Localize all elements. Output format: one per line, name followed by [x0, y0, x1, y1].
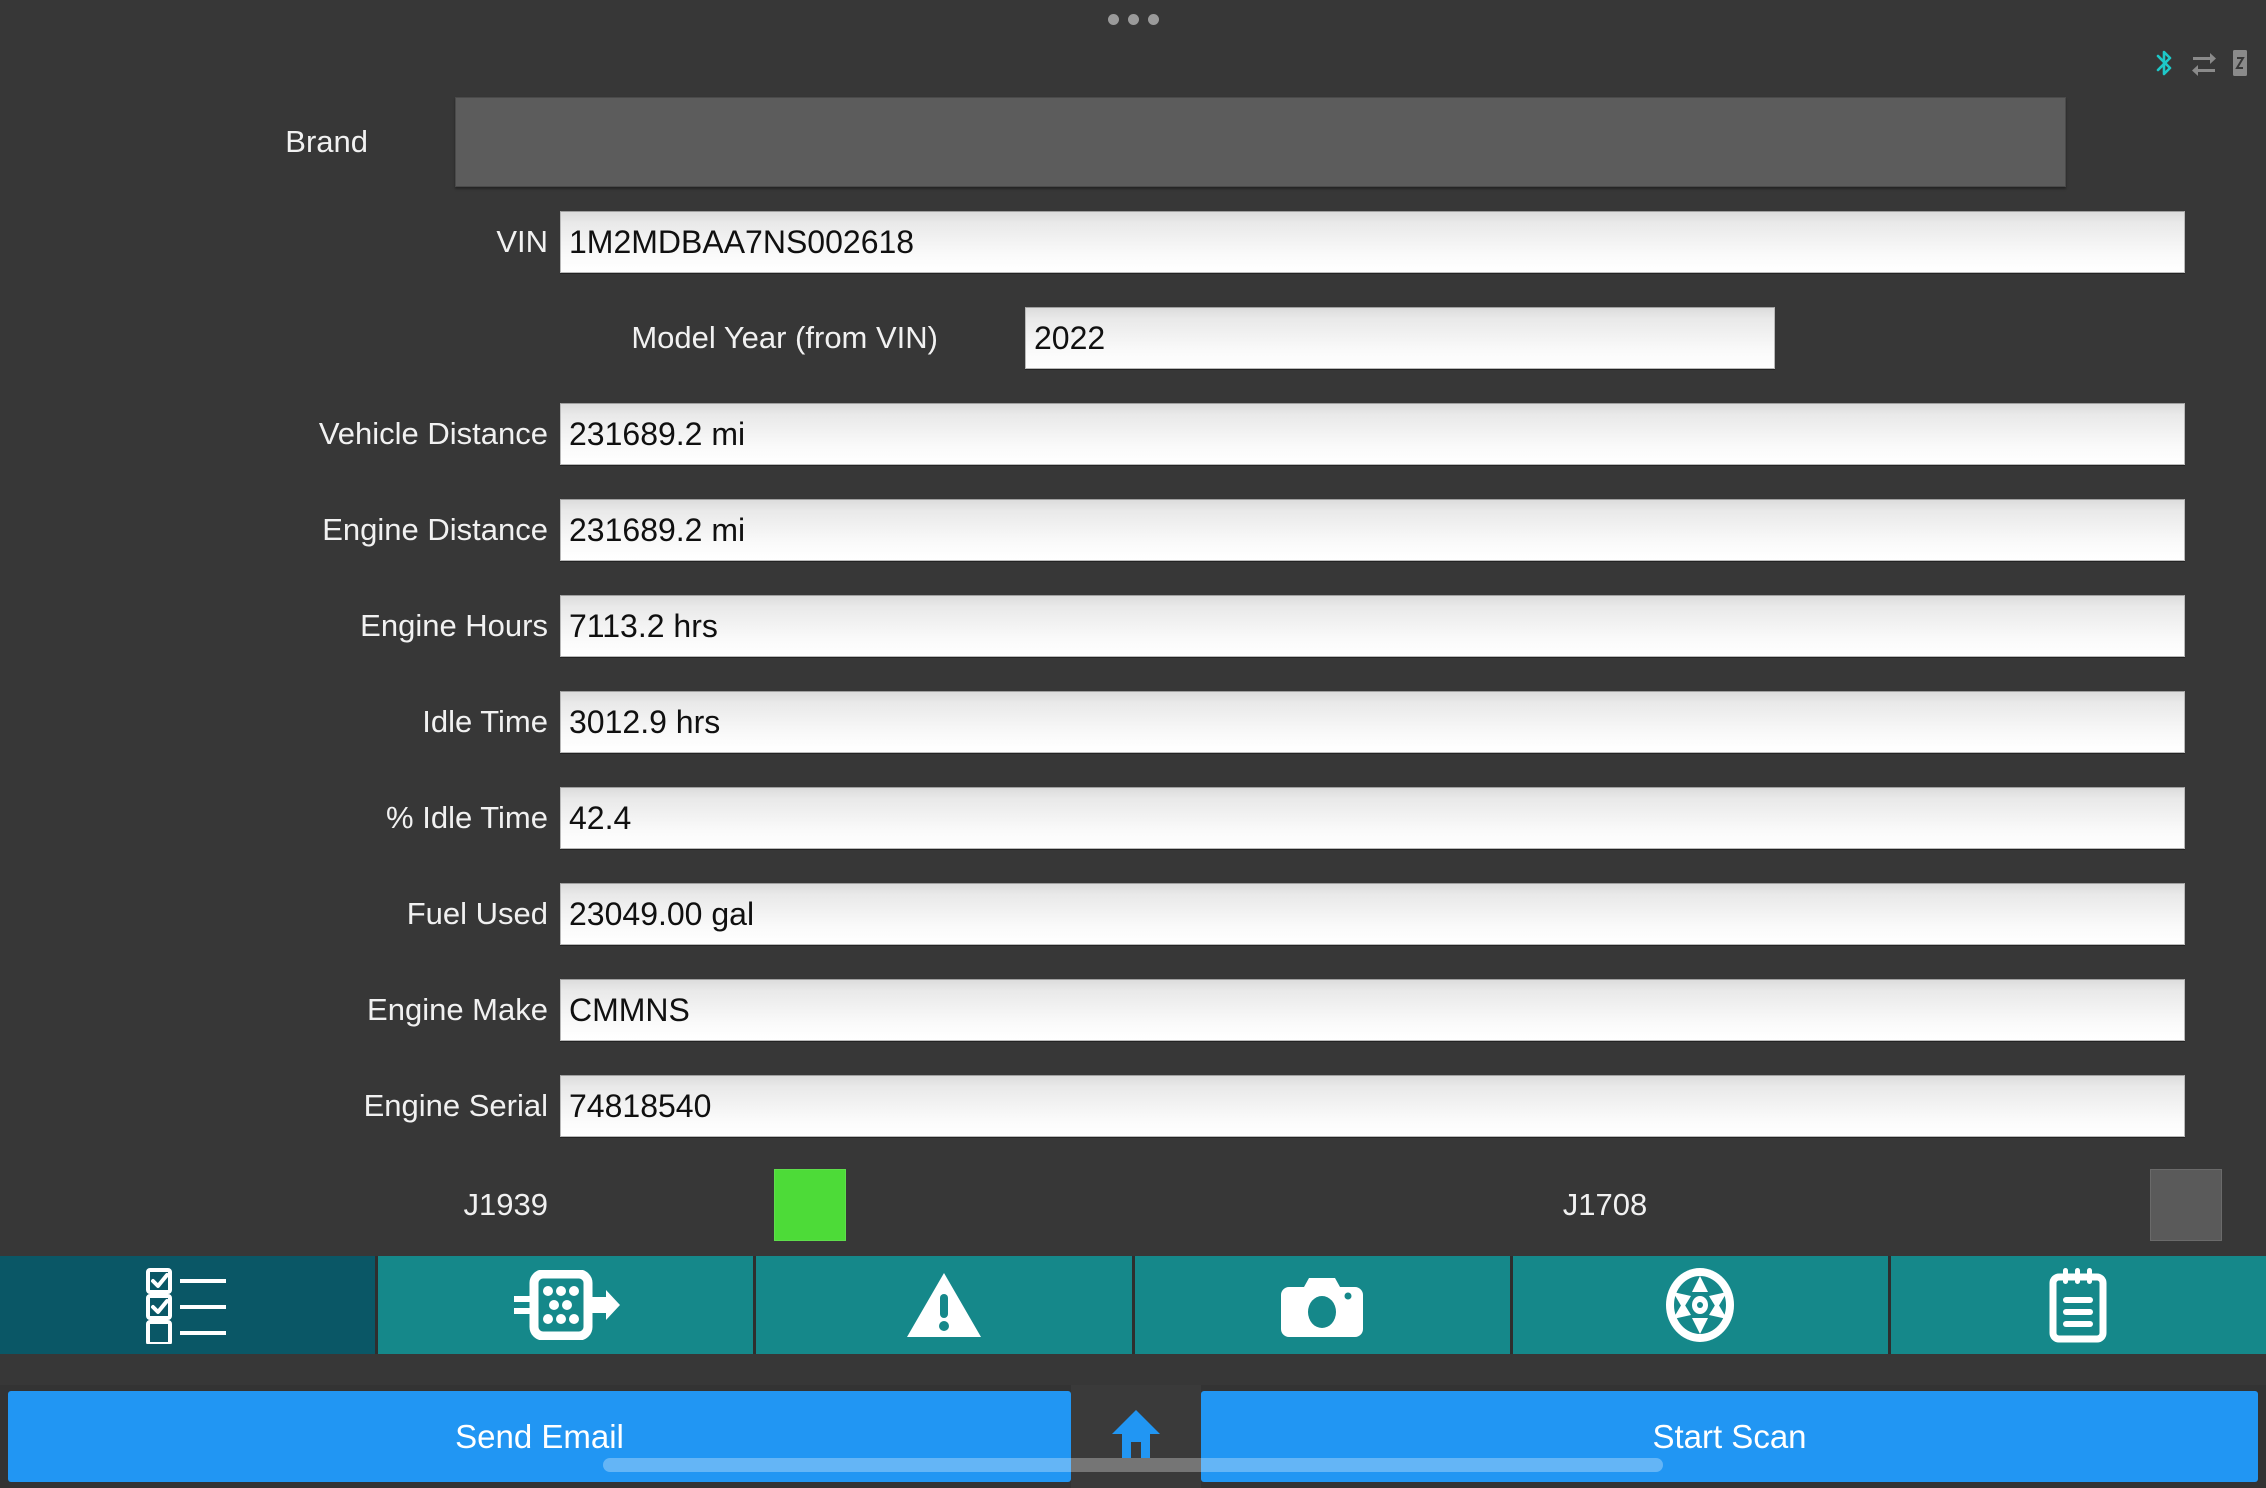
- label-fuel-used: Fuel Used: [406, 896, 548, 931]
- engine-make-input[interactable]: CMMNS: [560, 979, 2185, 1041]
- tab-tires[interactable]: [1512, 1256, 1888, 1354]
- wheel-icon: [1664, 1266, 1736, 1344]
- label-brand: Brand: [285, 124, 368, 159]
- label-engine-hours: Engine Hours: [360, 608, 548, 643]
- data-transfer-icon: [2190, 49, 2218, 82]
- label-engine-make: Engine Make: [367, 992, 548, 1027]
- tab-faults[interactable]: [756, 1256, 1132, 1354]
- idle-time-input[interactable]: 3012.9 hrs: [560, 691, 2185, 753]
- brand-spinner[interactable]: [455, 97, 2066, 187]
- form-row-brand: Brand: [0, 90, 2266, 194]
- label-vin: VIN: [496, 224, 548, 259]
- home-icon: [1108, 1406, 1164, 1467]
- tab-notes[interactable]: [1890, 1256, 2266, 1354]
- label-engine-serial: Engine Serial: [363, 1088, 548, 1123]
- send-email-button[interactable]: Send Email: [8, 1391, 1071, 1482]
- form-row-model-year: Model Year (from VIN) 2022: [0, 290, 2266, 386]
- camera-icon: [1281, 1272, 1364, 1338]
- app-screen: Brand VIN 1M2MDBAA7NS002618 Model Year (…: [0, 0, 2266, 1488]
- label-model-year: Model Year (from VIN): [631, 320, 938, 355]
- bluetooth-icon: [2152, 48, 2176, 83]
- label-vehicle-distance: Vehicle Distance: [318, 416, 548, 451]
- j1939-status-indicator: [774, 1169, 846, 1241]
- fuel-used-input[interactable]: 23049.00 gal: [560, 883, 2185, 945]
- label-j1939: J1939: [463, 1187, 548, 1222]
- label-percent-idle-time: % Idle Time: [386, 800, 548, 835]
- vin-input[interactable]: 1M2MDBAA7NS002618: [560, 211, 2185, 273]
- form-row-engine-serial: Engine Serial 74818540: [0, 1058, 2266, 1154]
- model-year-input[interactable]: 2022: [1025, 307, 1775, 369]
- drag-dot: [1127, 14, 1139, 25]
- drag-dot: [1107, 14, 1119, 25]
- warning-triangle-icon: [905, 1270, 983, 1340]
- label-j1708: J1708: [1562, 1187, 1648, 1222]
- j1708-status-indicator: [2150, 1169, 2222, 1241]
- form-row-fuel-used: Fuel Used 23049.00 gal: [0, 866, 2266, 962]
- tab-camera[interactable]: [1134, 1256, 1510, 1354]
- engine-distance-input[interactable]: 231689.2 mi: [560, 499, 2185, 561]
- bottom-tab-bar: [0, 1256, 2266, 1354]
- engine-serial-input[interactable]: 74818540: [560, 1075, 2185, 1137]
- form-row-engine-make: Engine Make CMMNS: [0, 962, 2266, 1058]
- notepad-icon: [2047, 1267, 2109, 1343]
- protocol-status-row: J1939 J1708: [0, 1155, 2266, 1255]
- tab-connector[interactable]: [378, 1256, 754, 1354]
- percent-idle-time-input[interactable]: 42.4: [560, 787, 2185, 849]
- label-idle-time: Idle Time: [422, 704, 548, 739]
- form-row-vin: VIN 1M2MDBAA7NS002618: [0, 194, 2266, 290]
- form-row-vehicle-distance: Vehicle Distance 231689.2 mi: [0, 386, 2266, 482]
- bottom-action-bar: Send Email Start Scan: [0, 1385, 2266, 1488]
- status-icon-tray: [2152, 48, 2248, 83]
- vehicle-distance-input[interactable]: 231689.2 mi: [560, 403, 2185, 465]
- home-button[interactable]: [1071, 1385, 1201, 1488]
- form-row-percent-idle-time: % Idle Time 42.4: [0, 770, 2266, 866]
- window-drag-handle[interactable]: [0, 14, 2266, 25]
- connector-plug-icon: [510, 1270, 622, 1340]
- form-row-idle-time: Idle Time 3012.9 hrs: [0, 674, 2266, 770]
- tab-checklist[interactable]: [0, 1256, 376, 1354]
- form-row-engine-distance: Engine Distance 231689.2 mi: [0, 482, 2266, 578]
- engine-hours-input[interactable]: 7113.2 hrs: [560, 595, 2185, 657]
- label-engine-distance: Engine Distance: [322, 512, 548, 547]
- form-row-engine-hours: Engine Hours 7113.2 hrs: [0, 578, 2266, 674]
- vehicle-info-form: Brand VIN 1M2MDBAA7NS002618 Model Year (…: [0, 90, 2266, 1154]
- checklist-icon: [142, 1266, 234, 1344]
- device-icon: [2232, 49, 2248, 82]
- start-scan-button[interactable]: Start Scan: [1201, 1391, 2258, 1482]
- drag-dot: [1147, 14, 1159, 25]
